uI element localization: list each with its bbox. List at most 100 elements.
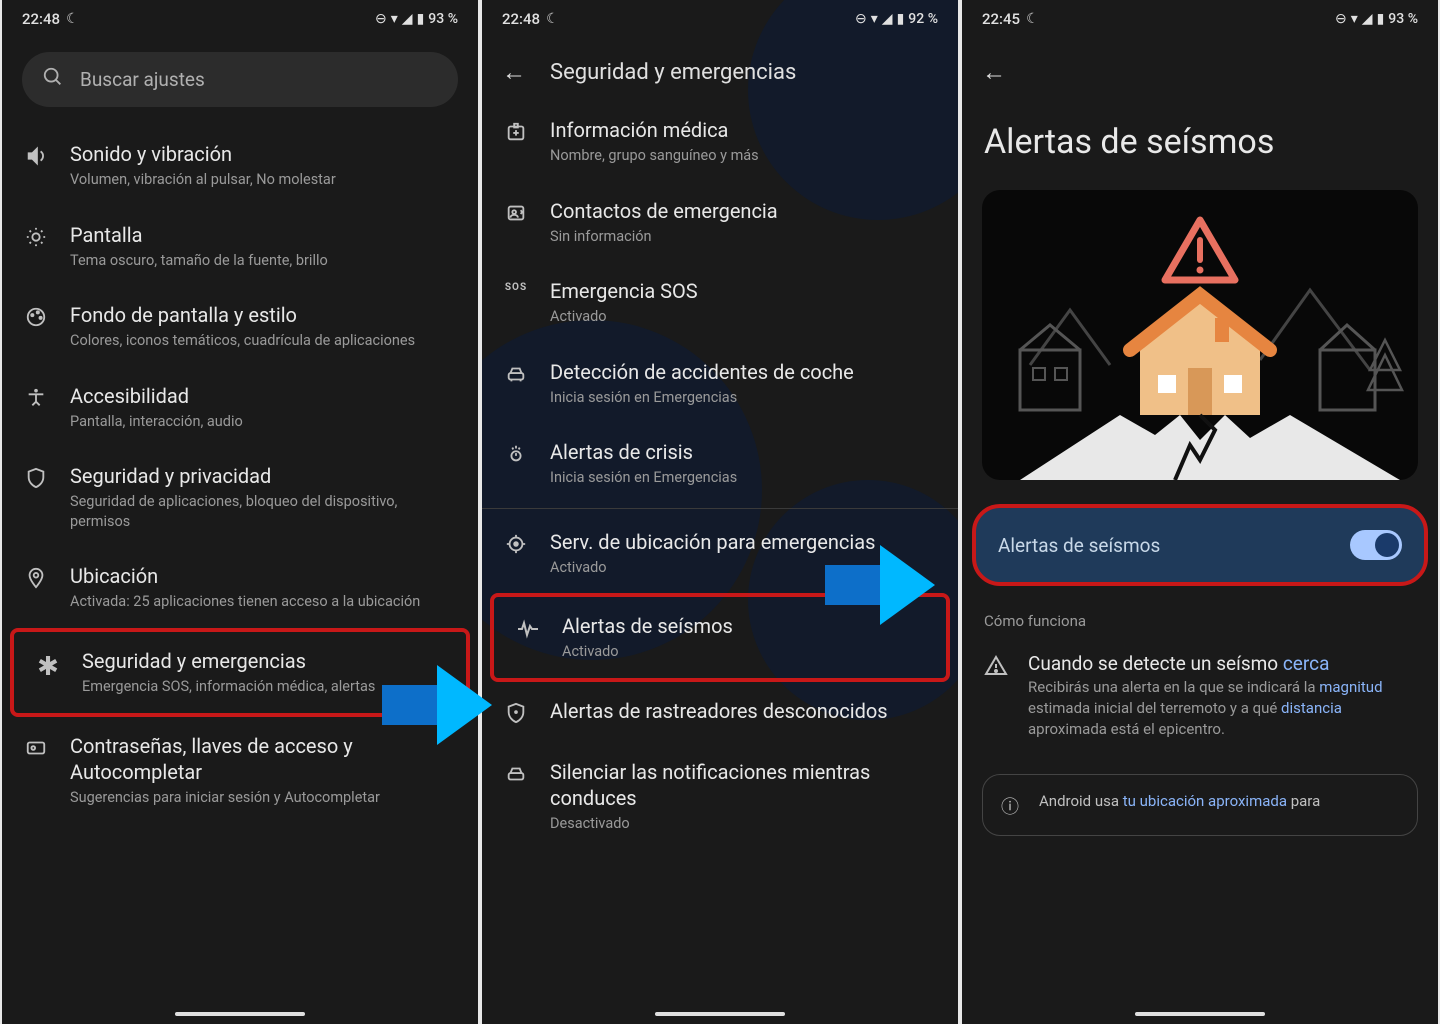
item-title: Alertas de seísmos: [562, 613, 926, 639]
item-sub: Activada: 25 aplicaciones tienen acceso …: [70, 592, 458, 612]
item-wallpaper[interactable]: Fondo de pantalla y estilo Colores, icon…: [2, 286, 478, 367]
battery-icon: ▮: [1377, 11, 1385, 27]
accessibility-icon: [22, 387, 50, 409]
nav-pill[interactable]: [655, 1012, 785, 1016]
info-icon: ⓘ: [1001, 793, 1025, 819]
item-safety-emergency[interactable]: ✱ Seguridad y emergencias Emergencia SOS…: [10, 628, 470, 717]
item-title: Fondo de pantalla y estilo: [70, 302, 458, 328]
item-title: Ubicación: [70, 563, 458, 589]
item-accessibility[interactable]: Accesibilidad Pantalla, interacción, aud…: [2, 367, 478, 448]
item-display[interactable]: Pantalla Tema oscuro, tamaño de la fuent…: [2, 206, 478, 287]
tracker-icon: [502, 702, 530, 724]
item-sub: Activado: [550, 558, 938, 578]
item-emergency-sos[interactable]: SOS Emergencia SOS Activado: [482, 262, 958, 343]
search-input[interactable]: Buscar ajustes: [22, 52, 458, 107]
location-icon: [22, 567, 50, 589]
item-crisis-alerts[interactable]: Alertas de crisis Inicia sesión en Emerg…: [482, 423, 958, 504]
nav-pill[interactable]: [1135, 1012, 1265, 1016]
item-location[interactable]: Ubicación Activada: 25 aplicaciones tien…: [2, 547, 478, 628]
warning-icon: [984, 654, 1008, 740]
item-title: Pantalla: [70, 222, 458, 248]
info-body: Recibirás una alerta en la que se indica…: [1028, 677, 1416, 740]
status-bar: 22:48 ☾ ⊖ ▾ ◢ ▮ 92 %: [482, 0, 958, 34]
car-mute-icon: [502, 763, 530, 785]
screen-safety-emergency: 22:48 ☾ ⊖ ▾ ◢ ▮ 92 % ← Seguridad y emerg…: [482, 0, 958, 1024]
back-button[interactable]: ←: [502, 58, 526, 87]
item-title: Contactos de emergencia: [550, 198, 938, 224]
item-crash-detection[interactable]: Detección de accidentes de coche Inicia …: [482, 343, 958, 424]
clock: 22:48: [22, 10, 60, 28]
signal-icon: ◢: [1362, 11, 1373, 27]
key-icon: [22, 737, 50, 759]
palette-icon: [22, 306, 50, 328]
search-icon: [42, 66, 64, 93]
seismic-icon: [514, 617, 542, 641]
minus-icon: ⊖: [1335, 11, 1347, 27]
item-tracker-alerts[interactable]: Alertas de rastreadores desconocidos: [482, 682, 958, 743]
shield-icon: [22, 467, 50, 489]
dnd-icon: ☾: [1026, 11, 1039, 27]
item-sub: Activado: [550, 307, 938, 327]
emergency-icon: ✱: [34, 652, 62, 682]
item-sub: Inicia sesión en Emergencias: [550, 468, 938, 488]
item-title: Contraseñas, llaves de acceso y Autocomp…: [70, 733, 458, 785]
status-bar: 22:45 ☾ ⊖ ▾ ◢ ▮ 93 %: [962, 0, 1438, 34]
item-passwords[interactable]: Contraseñas, llaves de acceso y Autocomp…: [2, 717, 478, 824]
location-target-icon: [502, 533, 530, 555]
page-title: Alertas de seísmos: [962, 87, 1438, 190]
brightness-icon: [22, 226, 50, 248]
back-button[interactable]: ←: [982, 58, 1006, 87]
item-sub: Nombre, grupo sanguíneo y más: [550, 146, 938, 166]
item-earthquake-alerts[interactable]: Alertas de seísmos Activado: [490, 593, 950, 682]
item-driving-notifications[interactable]: Silenciar las notificaciones mientras co…: [482, 743, 958, 850]
battery-pct: 93 %: [1388, 11, 1418, 27]
screen-earthquake-alerts: 22:45 ☾ ⊖ ▾ ◢ ▮ 93 % ← Alertas de seísmo…: [962, 0, 1438, 1024]
item-title: Información médica: [550, 117, 938, 143]
search-placeholder: Buscar ajustes: [80, 68, 205, 91]
item-title: Alertas de crisis: [550, 439, 938, 465]
crisis-icon: [502, 443, 530, 465]
item-sound[interactable]: Sonido y vibración Volumen, vibración al…: [2, 125, 478, 206]
hero-illustration: [982, 190, 1418, 480]
toggle-label: Alertas de seísmos: [998, 534, 1160, 557]
wifi-icon: ▾: [391, 11, 398, 27]
clock: 22:48: [502, 10, 540, 28]
link-distancia[interactable]: distancia: [1281, 699, 1342, 717]
contacts-icon: [502, 202, 530, 224]
link-cerca[interactable]: cerca: [1283, 652, 1330, 675]
item-sub: Emergencia SOS, información médica, aler…: [82, 677, 446, 697]
item-title: Accesibilidad: [70, 383, 458, 409]
dnd-icon: ☾: [546, 11, 559, 27]
item-sub: Volumen, vibración al pulsar, No molesta…: [70, 170, 458, 190]
item-sub: Inicia sesión en Emergencias: [550, 388, 938, 408]
item-sub: Activado: [562, 642, 926, 662]
car-crash-icon: [502, 363, 530, 385]
item-sub: Sin información: [550, 227, 938, 247]
item-sub: Colores, iconos temáticos, cuadrícula de…: [70, 331, 458, 351]
link-location[interactable]: tu ubicación aproximada: [1123, 792, 1287, 810]
wifi-icon: ▾: [1351, 11, 1358, 27]
item-title: Detección de accidentes de coche: [550, 359, 938, 385]
item-medical-info[interactable]: Información médica Nombre, grupo sanguín…: [482, 101, 958, 182]
info-nearby-quake: Cuando se detecte un seísmo cerca Recibi…: [962, 638, 1438, 754]
item-sub: Pantalla, interacción, audio: [70, 412, 458, 432]
item-title: Sonido y vibración: [70, 141, 458, 167]
nav-pill[interactable]: [175, 1012, 305, 1016]
item-title: Silenciar las notificaciones mientras co…: [550, 759, 938, 811]
item-emergency-contacts[interactable]: Contactos de emergencia Sin información: [482, 182, 958, 263]
item-title: Serv. de ubicación para emergencias: [550, 529, 938, 555]
link-magnitud[interactable]: magnitud: [1319, 678, 1382, 696]
toggle-switch[interactable]: [1350, 530, 1402, 560]
item-title: Seguridad y privacidad: [70, 463, 458, 489]
minus-icon: ⊖: [375, 11, 387, 27]
signal-icon: ◢: [882, 11, 893, 27]
earthquake-toggle-row[interactable]: Alertas de seísmos: [972, 504, 1428, 586]
dnd-icon: ☾: [66, 11, 79, 27]
sos-icon: SOS: [502, 282, 530, 293]
item-security-privacy[interactable]: Seguridad y privacidad Seguridad de apli…: [2, 447, 478, 547]
item-sub: Tema oscuro, tamaño de la fuente, brillo: [70, 251, 458, 271]
section-label: Cómo funciona: [962, 594, 1438, 638]
item-sub: Sugerencias para iniciar sesión y Autoco…: [70, 788, 458, 808]
item-sub: Desactivado: [550, 814, 938, 834]
item-emergency-location[interactable]: Serv. de ubicación para emergencias Acti…: [482, 513, 958, 594]
